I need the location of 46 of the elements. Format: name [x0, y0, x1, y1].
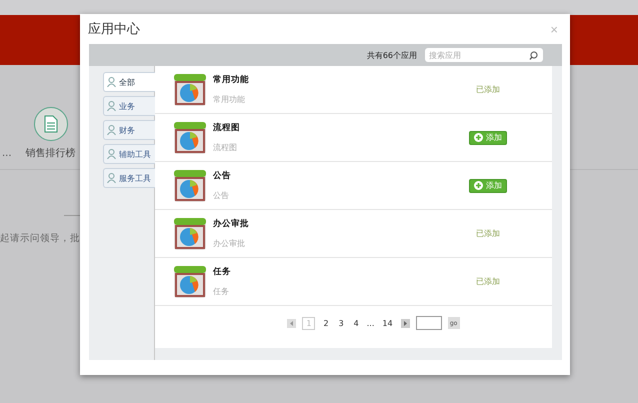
app-description: 常用功能	[213, 94, 246, 105]
pie-chart-icon	[173, 168, 207, 202]
app-description: 办公审批	[213, 238, 246, 249]
person-icon	[107, 149, 116, 159]
search-field[interactable]: 搜索应用	[425, 48, 543, 62]
pie-chart-icon	[173, 264, 207, 298]
document-icon[interactable]	[34, 107, 68, 141]
app-name: 常用功能	[213, 74, 250, 86]
category-tab[interactable]: 财务	[103, 120, 155, 140]
person-icon	[107, 101, 116, 111]
page-link[interactable]: 3	[336, 318, 346, 328]
pie-chart-icon	[173, 72, 207, 106]
category-tab[interactable]: 业务	[103, 96, 155, 116]
person-icon	[107, 125, 116, 135]
added-label: 已添加	[476, 84, 500, 95]
app-description: 任务	[213, 286, 230, 297]
plus-icon	[474, 181, 483, 190]
person-icon	[107, 173, 116, 183]
shortcut-label[interactable]: 销售排行榜	[26, 146, 76, 160]
page-input[interactable]	[416, 316, 442, 330]
notice-text: 起请示问领导，批	[0, 232, 80, 245]
pie-chart-icon	[173, 120, 207, 154]
pie-chart-icon	[173, 216, 207, 250]
added-label: 已添加	[476, 228, 500, 239]
plus-icon	[474, 133, 483, 142]
app-name: 办公审批	[213, 218, 250, 230]
next-page-icon[interactable]	[400, 318, 410, 328]
added-label: 已添加	[476, 276, 500, 287]
page-link[interactable]: 14	[380, 318, 395, 328]
person-icon	[107, 77, 116, 87]
page-link[interactable]: 4	[352, 318, 361, 328]
app-description: 公告	[213, 190, 230, 201]
ellipsis-text: ...	[366, 318, 374, 328]
app-name: 流程图	[213, 122, 241, 134]
previous-page-icon[interactable]	[287, 318, 296, 328]
ellipsis-text: ...	[2, 148, 12, 159]
app-name: 任务	[213, 266, 232, 278]
category-tab[interactable]: 服务工具	[103, 168, 155, 188]
app-name: 公告	[213, 170, 232, 182]
page-link[interactable]: 2	[321, 318, 331, 328]
app-count: 共有66个应用	[366, 50, 417, 60]
category-tab[interactable]: 辅助工具	[103, 144, 155, 164]
app-description: 流程图	[213, 142, 238, 153]
category-tab[interactable]: 全部	[103, 72, 155, 92]
dialog-title: 应用中心	[88, 21, 140, 38]
search-icon[interactable]	[529, 50, 538, 60]
